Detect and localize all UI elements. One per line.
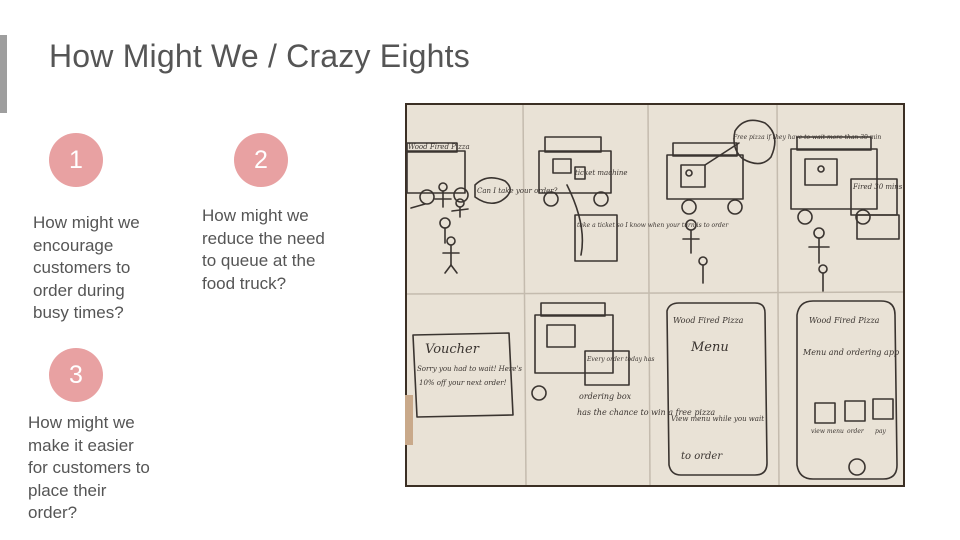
question-1: How might we encourage customers to orde…	[33, 213, 140, 322]
sketch-text: Wood Fired Pizza	[673, 316, 744, 325]
slide: How Might We / Crazy Eights 1 How might …	[0, 0, 960, 540]
finger-edge	[405, 395, 413, 445]
sketch-text: Sorry you had to wait! Here's	[417, 365, 522, 373]
number-badge-1: 1	[49, 133, 103, 187]
question-2: How might we reduce the need to queue at…	[202, 206, 325, 293]
number-badge-3: 3	[49, 348, 103, 402]
sketch-text: ticket machine	[575, 169, 628, 177]
sketch-text: Wood Fired Pizza	[408, 143, 470, 151]
sketch-text: View menu while you wait	[671, 415, 764, 423]
sketch-text: Free pizza if they have to wait more tha…	[732, 134, 881, 141]
sketch-text: Menu and ordering app	[802, 348, 899, 357]
sketch-text: Voucher	[425, 342, 480, 357]
slide-title: How Might We / Crazy Eights	[49, 38, 470, 74]
sketch-text: order	[847, 428, 865, 435]
sketch-text: Wood Fired Pizza	[809, 316, 880, 325]
question-3: How might we make it easier for customer…	[28, 413, 150, 522]
sketch-text: Can I take your order?	[477, 187, 558, 195]
sketch-text: take a ticket so I know when your turn i…	[577, 222, 729, 229]
sketch-text: 10% off your next order!	[419, 379, 507, 387]
sketch-text: ordering box	[579, 392, 632, 401]
sketch-text: Menu	[690, 340, 729, 355]
number-badge-2: 2	[234, 133, 288, 187]
sketch-text: Every order today has	[586, 356, 654, 363]
sketch-text: pay	[875, 428, 886, 435]
crazy-eights-sketch-photo: Wood Fired Pizza Can I take your order? …	[405, 103, 905, 487]
sketch-text: view menu	[811, 428, 844, 435]
accent-bar	[0, 35, 7, 113]
sketch-text: to order	[681, 451, 723, 462]
sketch-text: Fired 30 mins	[852, 183, 903, 191]
